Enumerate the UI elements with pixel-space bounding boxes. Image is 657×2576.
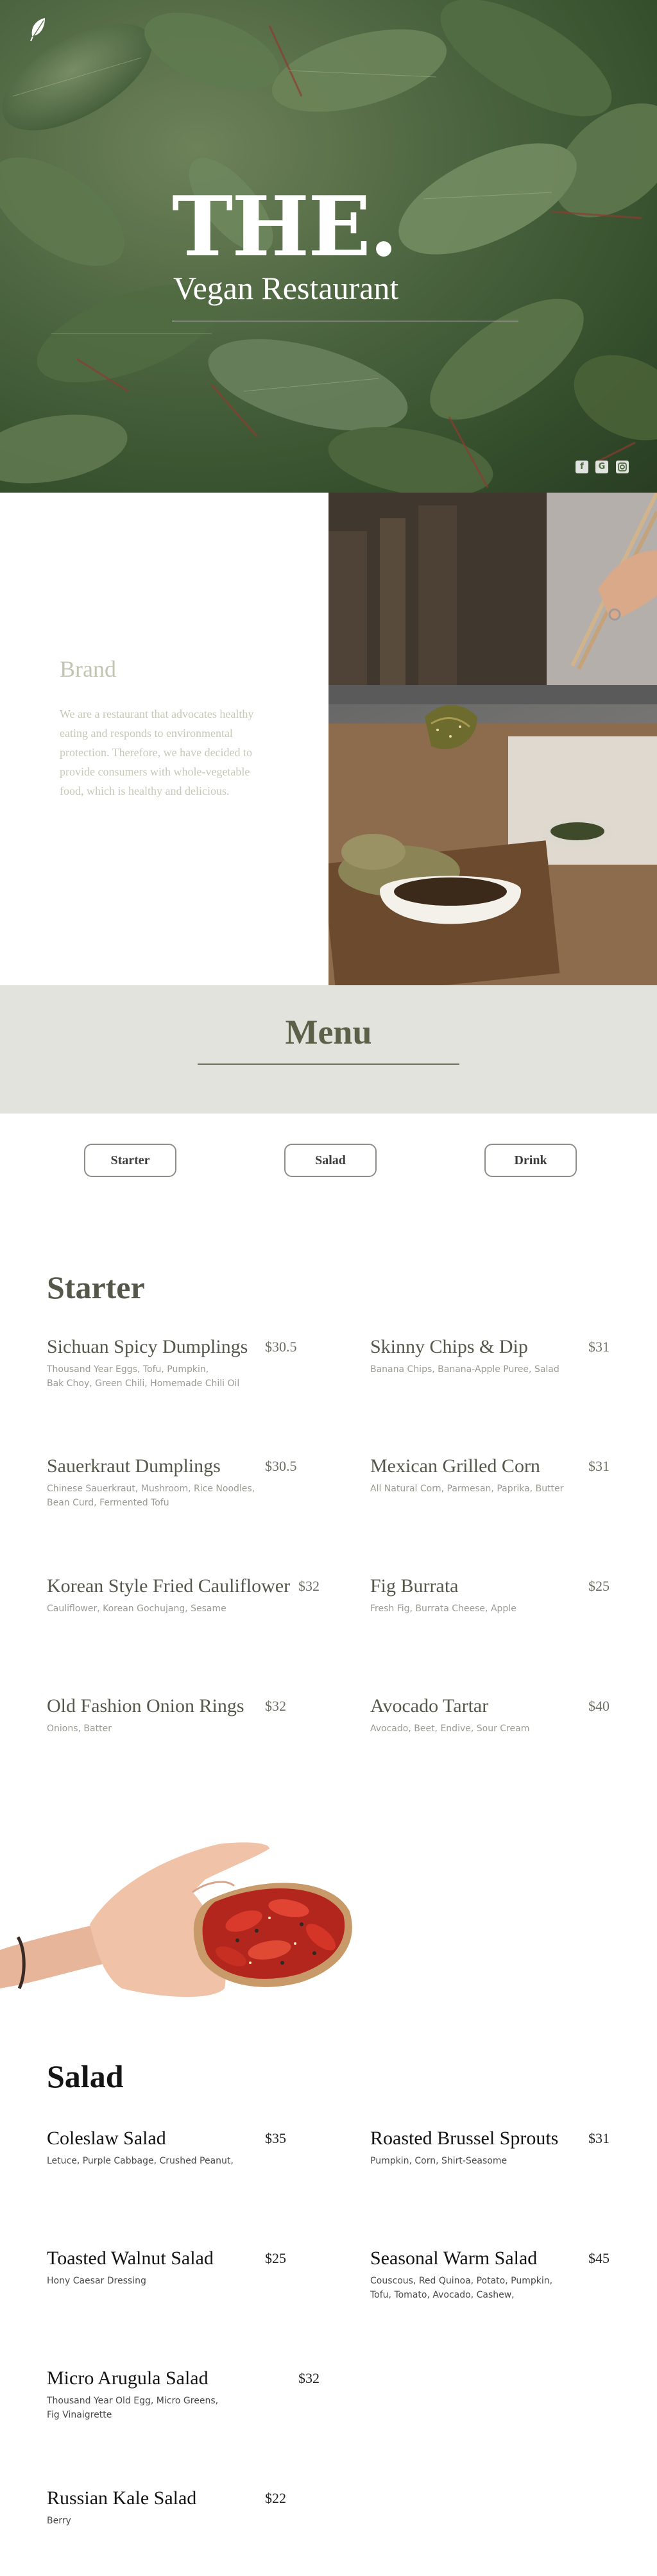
item-price: $32 [265,1698,286,1714]
item-description: All Natural Corn, Parmesan, Paprika, But… [370,1484,564,1494]
tab-salad[interactable]: Salad [284,1144,377,1177]
tab-drink[interactable]: Drink [484,1144,577,1177]
item-description: Thousand Year Old Egg, Micro Greens, Fig… [47,2396,219,2420]
item-price: $25 [265,2250,286,2266]
item-price: $30.5 [265,1458,297,1474]
bruschetta-hand-image [0,1842,352,1997]
menu-item: Mexican Grilled Corn $31 All Natural Cor… [370,1455,640,1496]
menu-item: Sauerkraut Dumplings $30.5 Chinese Sauer… [47,1455,316,1510]
menu-item: Avocado Tartar $40 Avocado, Beet, Endive… [370,1695,640,1736]
starter-title: Starter [47,1269,145,1305]
item-description: Couscous, Red Quinoa, Potato, Pumpkin, T… [370,2276,553,2300]
item-description: Chinese Sauerkraut, Mushroom, Rice Noodl… [47,1484,255,1508]
dumpling-chopsticks-photo [328,493,657,985]
brand-title: Brand [60,656,116,682]
instagram-icon[interactable] [616,461,629,473]
menu-title: Menu [285,1013,372,1051]
item-description: Pumpkin, Corn, Shirt-Seasome [370,2156,508,2166]
salad-title: Salad [47,2058,124,2094]
menu-item: Sichuan Spicy Dumplings $30.5 Thousand Y… [47,1335,316,1391]
item-description: Thousand Year Eggs, Tofu, Pumpkin, Bak C… [47,1364,240,1389]
item-price: $45 [588,2250,610,2266]
tab-starter[interactable]: Starter [84,1144,176,1177]
menu-item: Roasted Brussel Sprouts $31 Pumpkin, Cor… [370,2127,640,2168]
item-description: Fresh Fig, Burrata Cheese, Apple [370,1604,516,1614]
item-description: Cauliflower, Korean Gochujang, Sesame [47,1604,226,1614]
menu-item: Russian Kale Salad $22 Berry [47,2487,316,2528]
leaf-logo-icon[interactable] [28,17,47,42]
menu-item: Old Fashion Onion Rings $32 Onions, Batt… [47,1695,316,1736]
google-icon[interactable]: G [595,461,608,473]
menu-item: Korean Style Fried Cauliflower $32 Cauli… [47,1575,329,1616]
item-description: Onions, Batter [47,1724,112,1734]
menu-item: Seasonal Warm Salad $45 Couscous, Red Qu… [370,2247,640,2302]
item-description: Berry [47,2516,71,2526]
item-price: $32 [298,1578,320,1594]
menu-item: Skinny Chips & Dip $31 Banana Chips, Ban… [370,1335,640,1377]
item-price: $31 [588,1339,610,1355]
menu-item: Toasted Walnut Salad $25 Hony Caesar Dre… [47,2247,316,2288]
menu-item: Fig Burrata $25 Fresh Fig, Burrata Chees… [370,1575,640,1616]
item-price: $35 [265,2130,286,2146]
item-description: Avocado, Beet, Endive, Sour Cream [370,1724,530,1734]
hero-title: THE. [172,179,398,275]
item-description: Hony Caesar Dressing [47,2276,146,2286]
item-price: $31 [588,1458,610,1474]
item-name: Korean Style Fried Cauliflower [47,1575,291,1597]
item-price: $22 [265,2490,286,2506]
item-name: Micro Arugula Salad [47,2368,209,2389]
facebook-icon[interactable]: f [576,461,588,473]
item-price: $25 [588,1578,610,1594]
menu-item: Coleslaw Salad $35 Letuce, Purple Cabbag… [47,2127,316,2168]
hero-subtitle: Vegan Restaurant [173,270,399,306]
item-price: $32 [298,2370,320,2386]
brand-description: We are a restaurant that advocates healt… [60,708,254,797]
item-description: Letuce, Purple Cabbage, Crushed Peanut, [47,2156,234,2166]
item-price: $40 [588,1698,610,1714]
item-price: $31 [588,2130,610,2146]
menu-divider [198,1063,459,1065]
item-description: Banana Chips, Banana-Apple Puree, Salad [370,1364,559,1375]
menu-item: Micro Arugula Salad $32 Thousand Year Ol… [47,2367,329,2422]
item-price: $30.5 [265,1339,297,1355]
